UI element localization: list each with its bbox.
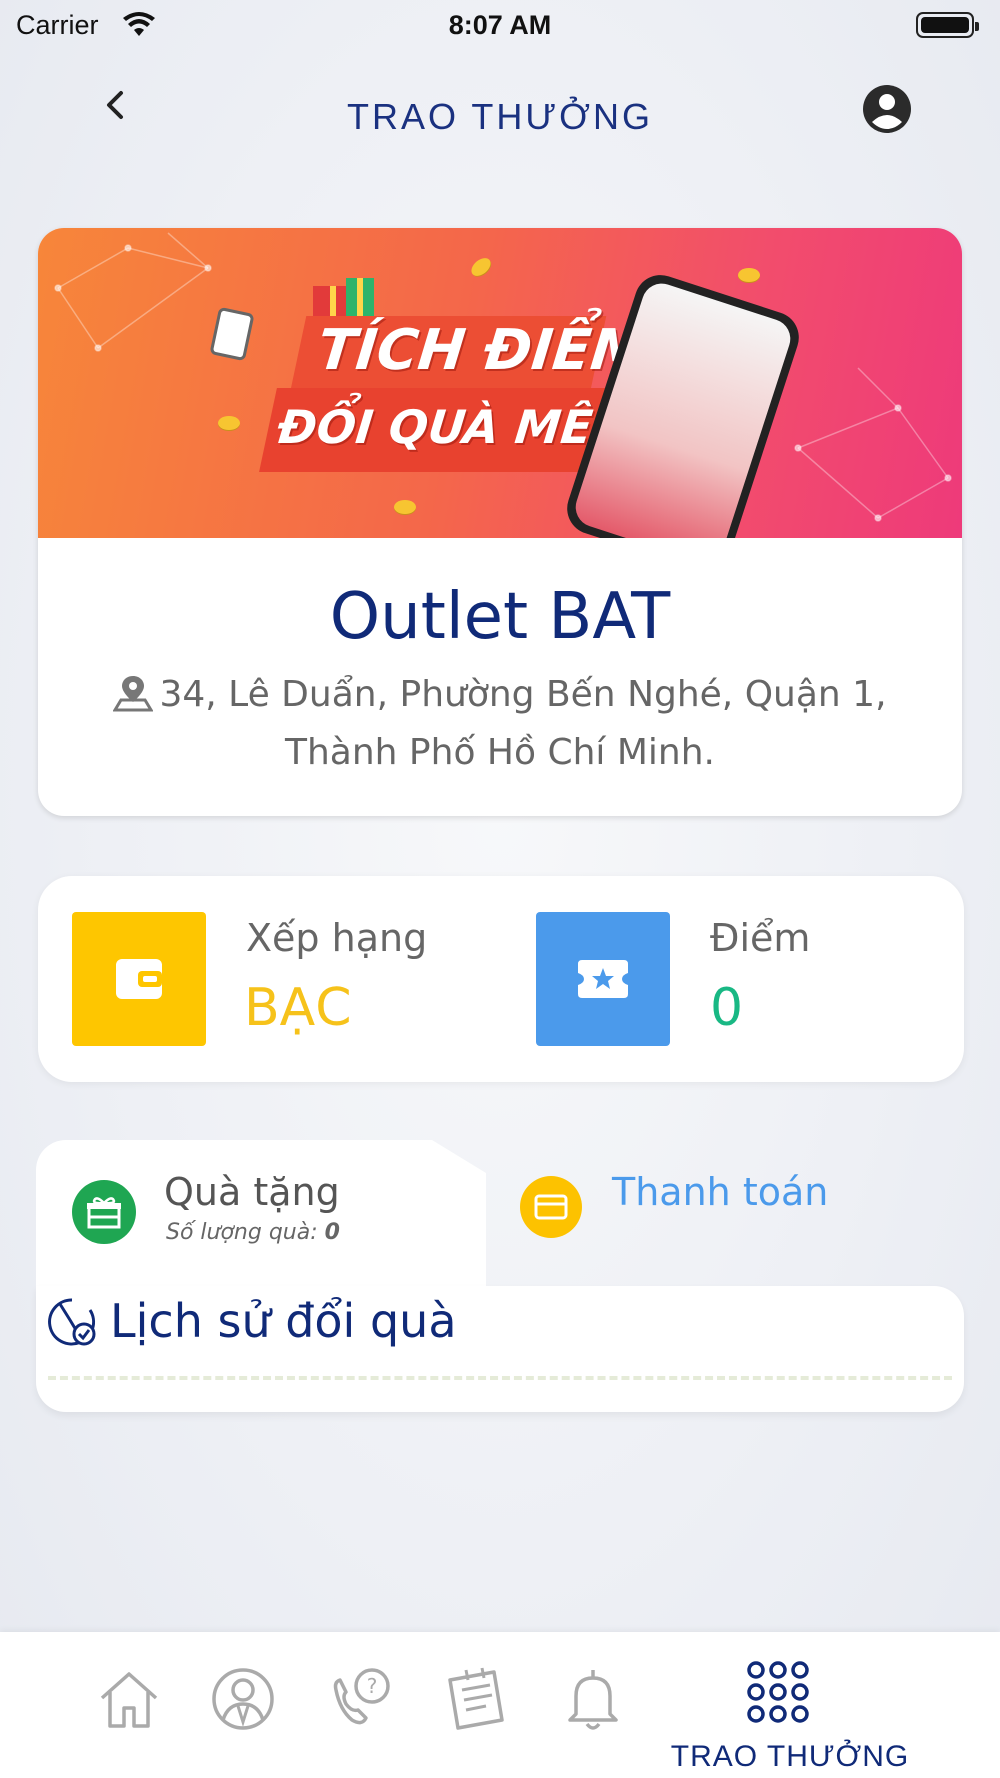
page-title: TRAO THƯỞNG: [347, 96, 653, 137]
rank-label: Xếp hạng: [246, 916, 428, 960]
home-icon[interactable]: [94, 1664, 164, 1734]
ticket-star-icon: [578, 960, 628, 998]
bottom-nav: ? TRAO THƯỞNG: [0, 1632, 1000, 1778]
rank-value: BẠC: [244, 978, 352, 1038]
banner-headline: TÍCH ĐIỂM: [314, 318, 651, 383]
profile-icon[interactable]: [860, 82, 914, 136]
phone-help-icon[interactable]: ?: [326, 1664, 396, 1734]
sales-rep-icon[interactable]: [208, 1664, 278, 1734]
outlet-address: 34, Lê Duẩn, Phường Bến Nghé, Quận 1, Th…: [98, 666, 902, 782]
stats-card: Xếp hạng BẠC Điểm 0: [38, 876, 964, 1082]
map-pin-icon: [113, 676, 154, 712]
gift-count-label: Số lượng quà:: [166, 1220, 318, 1245]
outlet-info: Outlet BAT 34, Lê Duẩn, Phường Bến Nghé,…: [38, 538, 962, 816]
nav-rewards[interactable]: TRAO THƯỞNG: [670, 1660, 910, 1778]
outlet-card: TÍCH ĐIỂM ĐỔI QUÀ MÊ LY Outlet BAT 34, L…: [38, 228, 962, 816]
history-card[interactable]: Lịch sử đổi quà: [36, 1286, 964, 1412]
rank-tile: [72, 912, 206, 1046]
gift-count: Số lượng quà: 0: [166, 1220, 340, 1245]
status-time: 8:07 AM: [448, 10, 552, 40]
card-icon: [520, 1176, 582, 1238]
outlet-name: Outlet BAT: [329, 580, 671, 654]
grid-icon: [747, 1661, 809, 1723]
nav-rewards-label: TRAO THƯỞNG: [670, 1740, 910, 1773]
promo-banner[interactable]: TÍCH ĐIỂM ĐỔI QUÀ MÊ LY: [38, 228, 962, 538]
points-value: 0: [710, 978, 744, 1038]
svg-text:?: ?: [367, 1674, 378, 1698]
history-icon: [48, 1298, 96, 1346]
dashed-divider: [48, 1376, 952, 1380]
coin-decoration: [218, 416, 240, 430]
gift-count-value: 0: [324, 1220, 340, 1245]
survey-notes-icon[interactable]: [442, 1664, 512, 1734]
bell-icon[interactable]: [558, 1664, 628, 1734]
coin-decoration: [738, 268, 760, 282]
status-bar: Carrier 8:07 AM: [0, 0, 1000, 50]
gift-icon: [72, 1180, 136, 1244]
tab-payment[interactable]: Thanh toán: [520, 1170, 920, 1250]
points-tile: [536, 912, 670, 1046]
coin-decoration: [394, 500, 416, 514]
battery-icon: [916, 12, 979, 38]
tab-gifts-label: Quà tặng: [164, 1170, 340, 1214]
tab-gifts[interactable]: Quà tặng Số lượng quà: 0: [36, 1140, 486, 1290]
tab-payment-label: Thanh toán: [612, 1170, 829, 1214]
history-title: Lịch sử đổi quà: [110, 1294, 457, 1348]
address-text: 34, Lê Duẩn, Phường Bến Nghé, Quận 1, Th…: [159, 674, 887, 773]
points-label: Điểm: [710, 916, 811, 960]
page-header: TRAO THƯỞNG: [0, 70, 1000, 160]
wallet-icon: [116, 959, 162, 999]
gift-illustration: [313, 278, 374, 316]
